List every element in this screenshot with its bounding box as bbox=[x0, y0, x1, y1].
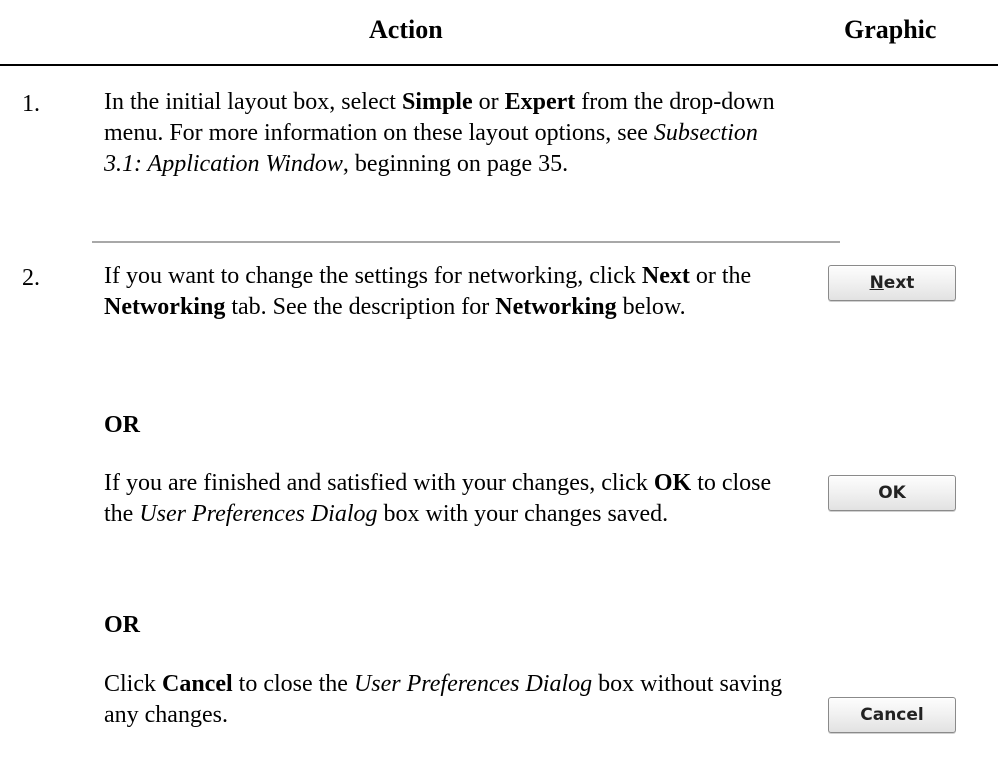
ok-option-text-part: box with your changes saved. bbox=[377, 501, 669, 527]
cancel-option-cancel-label: Cancel bbox=[162, 671, 233, 697]
cancel-option-text: Click Cancel to close the User Preferenc… bbox=[104, 669, 794, 731]
step-2-text-part: or the bbox=[689, 263, 752, 289]
cancel-option-dialog-name: User Preferences Dialog bbox=[353, 671, 593, 697]
next-button-label: ext bbox=[883, 273, 915, 293]
step-1-text-part: , beginning on page 35. bbox=[342, 151, 569, 177]
step-2-number: 2. bbox=[22, 265, 40, 291]
ok-option-text: If you are finished and satisfied with y… bbox=[104, 468, 794, 530]
or-separator: OR bbox=[104, 612, 140, 638]
step-2-networking-label: Networking bbox=[104, 294, 226, 320]
step-2-text: If you want to change the settings for n… bbox=[104, 261, 794, 323]
step-1-number: 1. bbox=[22, 91, 40, 117]
action-column-header: Action bbox=[369, 15, 443, 44]
header-rule bbox=[0, 64, 998, 66]
cancel-button[interactable]: Cancel bbox=[828, 697, 956, 733]
step-2-text-part: below. bbox=[616, 294, 686, 320]
graphic-column-header: Graphic bbox=[844, 15, 937, 44]
cancel-option-text-part: to close the bbox=[232, 671, 354, 697]
step-1-expert-option: Expert bbox=[504, 89, 576, 115]
ok-option-dialog-name: User Preferences Dialog bbox=[139, 501, 378, 527]
step-1-simple-option: Simple bbox=[401, 89, 473, 115]
or-separator: OR bbox=[104, 412, 140, 438]
ok-option-ok-label: OK bbox=[653, 470, 692, 496]
ok-option-text-part: If you are finished and satisfied with y… bbox=[104, 470, 654, 496]
step-1-text: In the initial layout box, select Simple… bbox=[104, 87, 794, 180]
next-button-mnemonic: N bbox=[869, 273, 884, 293]
step-1-text-part: In the initial layout box, select bbox=[104, 89, 402, 115]
ok-button[interactable]: OK bbox=[828, 475, 956, 511]
next-button[interactable]: Next bbox=[828, 265, 956, 301]
step-2-next-label: Next bbox=[641, 263, 690, 289]
step-2-text-part: If you want to change the settings for n… bbox=[104, 263, 642, 289]
cancel-option-text-part: Click bbox=[104, 671, 162, 697]
step-divider bbox=[92, 241, 840, 243]
step-1-text-part: or bbox=[472, 89, 505, 115]
step-2-text-part: tab. See the description for bbox=[225, 294, 496, 320]
step-2-networking-label: Networking bbox=[495, 294, 617, 320]
